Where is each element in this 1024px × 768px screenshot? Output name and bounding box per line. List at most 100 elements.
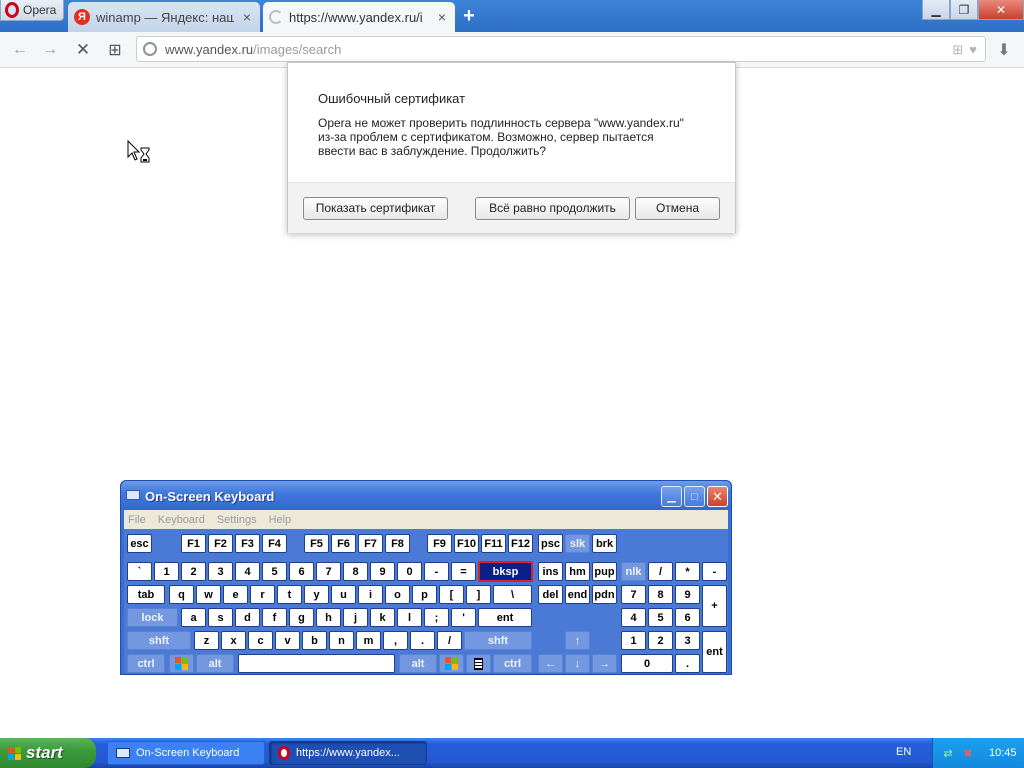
key-caps-lock[interactable]: lock: [127, 608, 178, 627]
key-x[interactable]: x: [221, 631, 246, 650]
key-n[interactable]: n: [329, 631, 354, 650]
key-f2[interactable]: F2: [208, 534, 233, 553]
key-f3[interactable]: F3: [235, 534, 260, 553]
key-0[interactable]: 0: [397, 562, 422, 581]
key-f7[interactable]: F7: [358, 534, 383, 553]
key-s[interactable]: s: [208, 608, 233, 627]
osk-menu-help[interactable]: Help: [269, 514, 292, 526]
key-numpad-multiply[interactable]: *: [675, 562, 700, 581]
key-left-bracket[interactable]: [: [439, 585, 464, 604]
key-c[interactable]: c: [248, 631, 273, 650]
key-scroll-lock[interactable]: slk: [565, 534, 590, 553]
key-page-down[interactable]: pdn: [592, 585, 617, 604]
key-enter[interactable]: ent: [478, 608, 532, 627]
key-f10[interactable]: F10: [454, 534, 479, 553]
back-arrow-icon[interactable]: ←: [10, 40, 30, 60]
key-d[interactable]: d: [235, 608, 260, 627]
key-numpad-8[interactable]: 8: [648, 585, 673, 604]
key-insert[interactable]: ins: [538, 562, 563, 581]
key-numpad-divide[interactable]: /: [648, 562, 673, 581]
key-right-alt[interactable]: alt: [399, 654, 437, 673]
key-right-bracket[interactable]: ]: [466, 585, 491, 604]
key-period[interactable]: .: [410, 631, 435, 650]
key-home[interactable]: hm: [565, 562, 590, 581]
key-4[interactable]: 4: [235, 562, 260, 581]
key-page-up[interactable]: pup: [592, 562, 617, 581]
continue-anyway-button[interactable]: Всё равно продолжить: [475, 197, 630, 220]
key-right-ctrl[interactable]: ctrl: [493, 654, 532, 673]
key-i[interactable]: i: [358, 585, 383, 604]
key-numpad-4[interactable]: 4: [621, 608, 646, 627]
key-8[interactable]: 8: [343, 562, 368, 581]
key-semicolon[interactable]: ;: [424, 608, 449, 627]
key-1[interactable]: 1: [154, 562, 179, 581]
key-equals[interactable]: =: [451, 562, 476, 581]
key-r[interactable]: r: [250, 585, 275, 604]
key-h[interactable]: h: [316, 608, 341, 627]
key-2[interactable]: 2: [181, 562, 206, 581]
key-space[interactable]: [238, 654, 395, 673]
key-print-screen[interactable]: psc: [538, 534, 563, 553]
key-3[interactable]: 3: [208, 562, 233, 581]
key-9[interactable]: 9: [370, 562, 395, 581]
key-a[interactable]: a: [181, 608, 206, 627]
key-numpad-9[interactable]: 9: [675, 585, 700, 604]
key-numpad-add[interactable]: +: [702, 585, 727, 627]
clock[interactable]: 10:45: [989, 747, 1017, 759]
start-button[interactable]: start: [0, 738, 96, 768]
key-backspace[interactable]: bksp: [478, 561, 533, 582]
restore-button[interactable]: ❐: [950, 0, 978, 20]
key-w[interactable]: w: [196, 585, 221, 604]
key-t[interactable]: t: [277, 585, 302, 604]
key-grave[interactable]: `: [127, 562, 152, 581]
key-numpad-decimal[interactable]: .: [675, 654, 700, 673]
key-tab[interactable]: tab: [127, 585, 165, 604]
new-tab-button[interactable]: +: [459, 6, 479, 27]
cancel-button[interactable]: Отмена: [635, 197, 720, 220]
key-comma[interactable]: ,: [383, 631, 408, 650]
key-j[interactable]: j: [343, 608, 368, 627]
key-6[interactable]: 6: [289, 562, 314, 581]
key-z[interactable]: z: [194, 631, 219, 650]
language-indicator[interactable]: EN: [896, 746, 911, 758]
tab-close-icon[interactable]: ×: [435, 9, 449, 25]
key-minus[interactable]: -: [424, 562, 449, 581]
osk-maximize-button[interactable]: □: [684, 486, 705, 507]
key-q[interactable]: q: [169, 585, 194, 604]
show-certificate-button[interactable]: Показать сертификат: [303, 197, 448, 220]
key-arrow-right[interactable]: →: [592, 654, 617, 673]
tab-yandex-search[interactable]: Я winamp — Яндекс: нашл ×: [68, 2, 260, 32]
key-f12[interactable]: F12: [508, 534, 533, 553]
key-7[interactable]: 7: [316, 562, 341, 581]
address-bar[interactable]: www.yandex.ru /images/search ⊞ ♥: [136, 36, 986, 62]
key-left-alt[interactable]: alt: [196, 654, 234, 673]
osk-menu-settings[interactable]: Settings: [217, 514, 257, 526]
network-icon[interactable]: ⇄: [941, 746, 955, 760]
osk-menu-file[interactable]: File: [128, 514, 146, 526]
close-window-button[interactable]: ✕: [978, 0, 1024, 20]
osk-menu-keyboard[interactable]: Keyboard: [158, 514, 205, 526]
osk-minimize-button[interactable]: ▁: [661, 486, 682, 507]
speed-dial-icon[interactable]: ⊞: [105, 40, 125, 60]
key-slash[interactable]: /: [437, 631, 462, 650]
key-k[interactable]: k: [370, 608, 395, 627]
security-shield-icon[interactable]: ✖: [961, 746, 975, 760]
key-y[interactable]: y: [304, 585, 329, 604]
key-numpad-7[interactable]: 7: [621, 585, 646, 604]
osk-title-bar[interactable]: On-Screen Keyboard ▁ □ ✕: [121, 481, 731, 510]
heart-icon[interactable]: ♥: [969, 42, 977, 58]
key-f11[interactable]: F11: [481, 534, 506, 553]
key-num-lock[interactable]: nlk: [621, 562, 646, 581]
key-numpad-enter[interactable]: ent: [702, 631, 727, 673]
key-numpad-0[interactable]: 0: [621, 654, 673, 673]
osk-close-button[interactable]: ✕: [707, 486, 728, 507]
tab-yandex-images[interactable]: https://www.yandex.ru/i ×: [263, 2, 455, 32]
key-left-shift[interactable]: shft: [127, 631, 191, 650]
forward-arrow-icon[interactable]: →: [40, 40, 60, 60]
taskbar-item-osk[interactable]: On-Screen Keyboard: [107, 741, 265, 765]
key-f[interactable]: f: [262, 608, 287, 627]
key-right-windows[interactable]: [439, 654, 464, 673]
download-icon[interactable]: ⬇: [994, 40, 1014, 60]
key-f4[interactable]: F4: [262, 534, 287, 553]
opera-menu-button[interactable]: Opera: [0, 0, 64, 21]
